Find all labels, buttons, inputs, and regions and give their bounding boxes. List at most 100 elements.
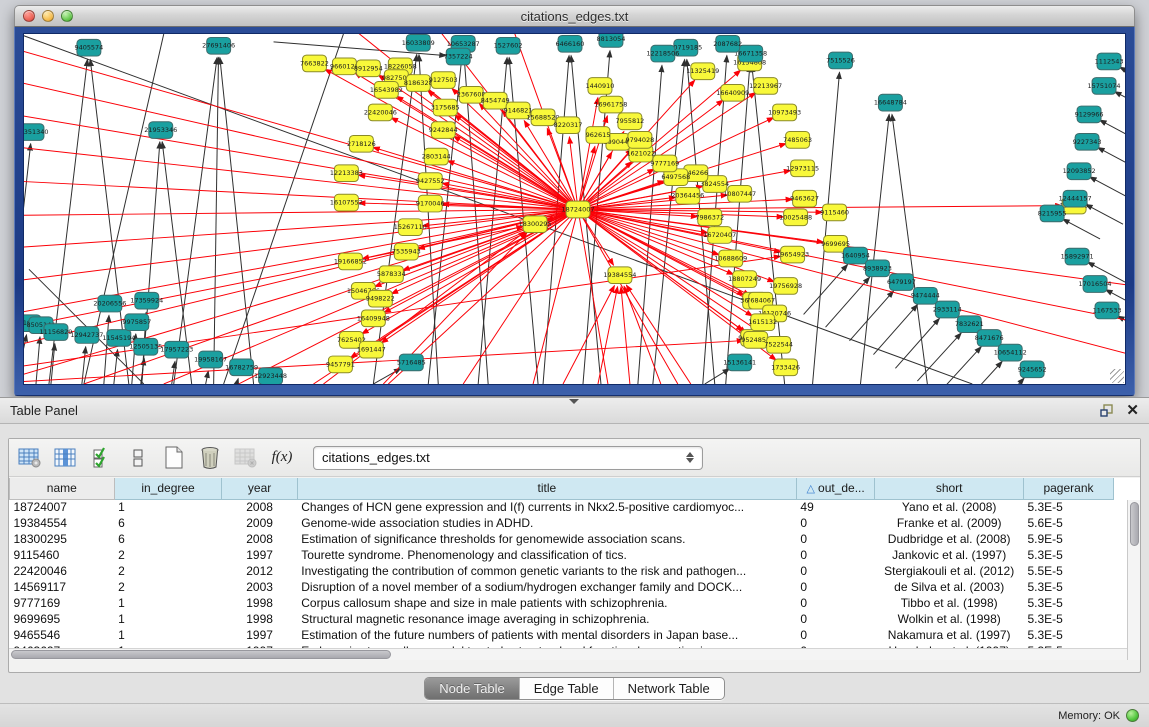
graph-node[interactable]: 7357224 (444, 48, 473, 65)
graph-node[interactable]: 1527602 (494, 37, 523, 54)
graph-node[interactable]: 12973115 (786, 160, 819, 177)
graph-node[interactable]: 17016504 (1079, 276, 1112, 293)
graph-node[interactable]: 9498222 (366, 290, 395, 307)
graph-node[interactable]: 1112543 (1095, 53, 1124, 70)
graph-node[interactable]: 16640909 (716, 84, 749, 101)
graph-node[interactable]: 7986372 (695, 209, 724, 226)
graph-node[interactable]: 1640954 (841, 247, 870, 264)
graph-node[interactable]: 962615 (586, 127, 611, 144)
graph-node[interactable]: 7515526 (826, 52, 855, 69)
new-table-icon[interactable] (161, 445, 187, 471)
network-canvas[interactable]: 1872400776638229660128891295418226058982… (24, 34, 1125, 384)
graph-node[interactable]: 19654923 (776, 246, 809, 263)
graph-node[interactable]: 19166852 (334, 253, 367, 270)
graph-node[interactable]: 1615132 (748, 314, 777, 331)
graph-node[interactable]: 12444157 (1059, 190, 1092, 207)
graph-node[interactable]: 9127503 (429, 72, 458, 89)
graph-node[interactable]: 2718126 (347, 135, 376, 152)
graph-node[interactable]: 18724007 (562, 201, 595, 218)
graph-node[interactable]: 8912954 (354, 60, 383, 77)
graph-node[interactable]: 22420046 (364, 104, 397, 121)
graph-node[interactable]: 2803144 (422, 148, 451, 165)
graph-node[interactable]: 15267110 (394, 219, 427, 236)
column-header-out-de-[interactable]: △out_de... (796, 478, 874, 499)
graph-node[interactable]: 7522544 (764, 336, 793, 353)
graph-node[interactable]: 2087682 (713, 35, 742, 52)
window-titlebar[interactable]: citations_edges.txt (14, 5, 1135, 27)
graph-node[interactable]: 7535943 (392, 243, 421, 260)
graph-node[interactable]: 9245652 (1018, 361, 1047, 378)
graph-node[interactable]: 9474444 (911, 287, 940, 304)
graph-node[interactable]: 16961758 (594, 96, 627, 113)
graph-node[interactable]: 16648784 (874, 94, 907, 111)
graph-node[interactable]: 3175685 (431, 99, 460, 116)
tab-edge-table[interactable]: Edge Table (520, 678, 614, 699)
graph-node[interactable]: 18807249 (728, 271, 761, 288)
graph-node[interactable]: 12213383 (330, 165, 363, 182)
graph-node[interactable]: 17359924 (130, 292, 163, 309)
graph-node[interactable]: 9427552 (416, 173, 445, 190)
graph-node[interactable]: 9975857 (122, 314, 151, 331)
vertical-scrollbar[interactable] (1127, 500, 1140, 660)
graph-node[interactable]: 1167533 (1093, 302, 1122, 319)
graph-node[interactable]: 15136141 (723, 354, 756, 371)
column-header-title[interactable]: title (297, 478, 796, 499)
graph-node[interactable]: 15751074 (1088, 78, 1121, 95)
graph-node[interactable]: 10688609 (714, 250, 747, 267)
graph-node[interactable]: 6479197 (887, 274, 916, 291)
graph-node[interactable]: 11156829 (39, 324, 72, 341)
horizontal-scrollbar-thumb[interactable] (11, 650, 391, 659)
graph-node[interactable]: 16720407 (703, 227, 736, 244)
graph-node[interactable]: 12923448 (254, 368, 287, 384)
column-header-in-degree[interactable]: in_degree (114, 478, 222, 499)
graph-node[interactable]: 9227343 (1073, 134, 1102, 151)
graph-node[interactable]: 15892971 (1061, 248, 1094, 265)
graph-node[interactable]: 9129966 (1075, 106, 1104, 123)
graph-node[interactable]: 18300295 (519, 216, 552, 233)
graph-node[interactable]: 1440910 (586, 78, 615, 95)
column-header-short[interactable]: short (875, 478, 1024, 499)
graph-node[interactable]: 16033809 (402, 34, 435, 51)
graph-node[interactable]: 17957223 (160, 341, 193, 358)
table-row[interactable]: 946554611997Estimation of the future num… (10, 627, 1114, 643)
graph-node[interactable]: 21953346 (144, 122, 177, 139)
graph-node[interactable]: 11325419 (686, 63, 719, 80)
import-table-icon-disabled[interactable] (233, 445, 259, 471)
graph-node[interactable]: 12213967 (749, 78, 782, 95)
graph-node[interactable]: 10973493 (768, 104, 801, 121)
close-panel-icon[interactable]: ✕ (1126, 403, 1139, 418)
panel-resize-grip[interactable] (569, 399, 579, 404)
float-panel-icon[interactable] (1100, 404, 1114, 417)
graph-node[interactable]: 8938923 (863, 260, 892, 277)
graph-node[interactable]: 7485063 (783, 132, 812, 149)
table-selector[interactable]: citations_edges.txt (313, 446, 703, 470)
function-builder-icon[interactable]: f(x) (269, 445, 295, 471)
column-header-name[interactable]: name (10, 478, 115, 499)
graph-node[interactable]: 16409948 (357, 310, 390, 327)
graph-node[interactable]: 19756928 (769, 278, 802, 295)
graph-node[interactable]: 9170046 (416, 195, 445, 212)
graph-node[interactable]: 5878334 (377, 266, 406, 283)
graph-node[interactable]: 10025488 (779, 209, 812, 226)
graph-node[interactable]: 1691447 (357, 341, 386, 358)
graph-node[interactable]: 6466160 (556, 35, 585, 52)
graph-node[interactable]: 5716485 (397, 354, 426, 371)
table-row[interactable]: 2242004622012Investigating the contribut… (10, 563, 1114, 579)
graph-node[interactable]: 8813054 (597, 34, 626, 47)
graph-node[interactable]: 9405574 (74, 39, 103, 56)
graph-node[interactable]: 9777169 (650, 155, 679, 172)
graph-node[interactable]: 9242844 (429, 122, 458, 139)
column-header-year[interactable]: year (222, 478, 297, 499)
table-row[interactable]: 1938455462009Genome-wide association stu… (10, 515, 1114, 531)
graph-node[interactable]: 20364456 (671, 187, 704, 204)
tab-node-table[interactable]: Node Table (425, 678, 520, 699)
graph-node[interactable]: 19384554 (603, 267, 636, 284)
graph-node[interactable]: 7663822 (300, 55, 329, 72)
graph-node[interactable]: 12942737 (70, 327, 103, 344)
graph-node[interactable]: 9115460 (820, 204, 849, 221)
full-details-icon[interactable] (125, 445, 151, 471)
column-visibility-icon[interactable] (53, 445, 79, 471)
table-row[interactable]: 969969511998Structural magnetic resonanc… (10, 611, 1114, 627)
graph-node[interactable]: 20206556 (93, 295, 126, 312)
graph-node[interactable]: 12218506 (646, 45, 679, 62)
